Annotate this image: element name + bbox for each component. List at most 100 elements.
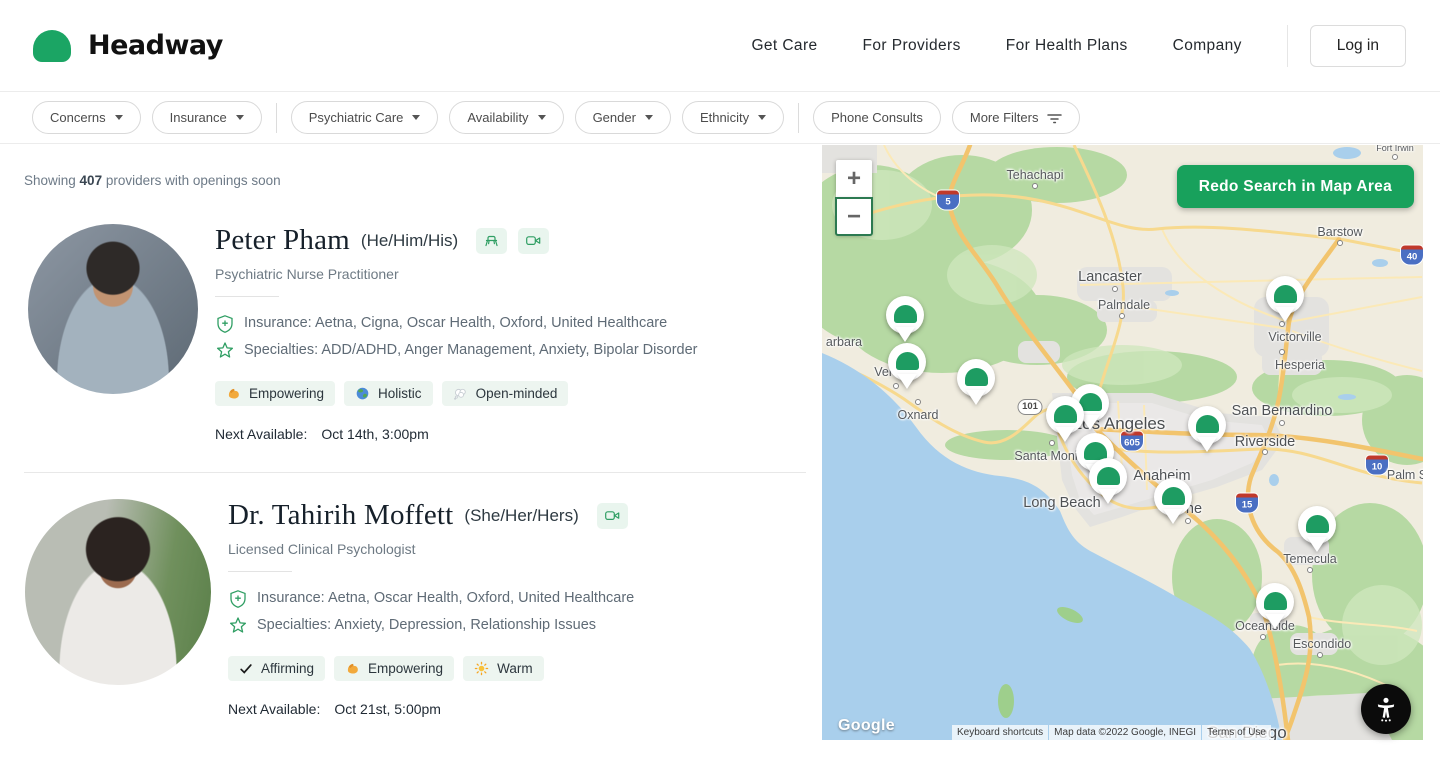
headway-logo[interactable]: Headway xyxy=(33,30,223,62)
map-panel[interactable]: Fort IrwinTehachapiBarstowLancasterPalmd… xyxy=(822,145,1423,740)
filter-psychiatric-care[interactable]: Psychiatric Care xyxy=(291,101,439,134)
provider-photo xyxy=(25,499,211,685)
trait-label: Empowering xyxy=(368,661,443,676)
pin-tail xyxy=(1307,537,1327,552)
map-provider-pin[interactable] xyxy=(1154,478,1192,530)
specialties-row: Specialties: Anxiety, Depression, Relati… xyxy=(228,612,634,639)
map-city-label: San Bernardino xyxy=(1232,403,1333,419)
headway-pin-logo-icon xyxy=(1274,285,1297,303)
sun-icon xyxy=(474,661,489,676)
map-city-label: Palmdale xyxy=(1098,298,1150,312)
specialties-label: Specialties: xyxy=(244,342,318,358)
filter-more-filters[interactable]: More Filters xyxy=(952,101,1081,134)
map-provider-pin[interactable] xyxy=(1188,406,1226,458)
map-data-text: Map data ©2022 Google, INEGI xyxy=(1049,725,1201,740)
trait-badge: Open-minded xyxy=(442,381,569,406)
chevron-down-icon xyxy=(758,115,766,120)
nav-for-providers[interactable]: For Providers xyxy=(863,37,961,55)
filter-label: Availability xyxy=(467,110,528,125)
map-provider-pin[interactable] xyxy=(886,296,924,348)
pin-tail xyxy=(966,390,986,405)
map-provider-pin[interactable] xyxy=(888,343,926,395)
nav-get-care[interactable]: Get Care xyxy=(751,37,817,55)
login-button[interactable]: Log in xyxy=(1310,25,1406,67)
trait-label: Empowering xyxy=(249,386,324,401)
map-provider-pin[interactable] xyxy=(1256,583,1294,635)
filter-label: More Filters xyxy=(970,110,1039,125)
map-provider-pin[interactable] xyxy=(1298,506,1336,558)
filter-label: Concerns xyxy=(50,110,106,125)
trait-label: Affirming xyxy=(261,661,314,676)
map-provider-pin[interactable] xyxy=(957,359,995,411)
chevron-down-icon xyxy=(236,115,244,120)
video-icon xyxy=(518,228,549,254)
specialties-row: Specialties: ADD/ADHD, Anger Management,… xyxy=(215,337,697,364)
interstate-shield-icon: 40 xyxy=(1401,246,1423,265)
pin-tail xyxy=(1197,437,1217,452)
video-icon xyxy=(597,503,628,529)
nav-divider xyxy=(1287,25,1288,67)
nav-for-health-plans[interactable]: For Health Plans xyxy=(1006,37,1128,55)
pin-tail xyxy=(1275,307,1295,322)
filter-gender[interactable]: Gender xyxy=(575,101,671,134)
redo-search-button[interactable]: Redo Search in Map Area xyxy=(1177,165,1414,208)
pin-tail xyxy=(1098,489,1118,504)
filter-label: Phone Consults xyxy=(831,110,923,125)
provider-card[interactable]: Dr. Tahirih Moffett (She/Her/Hers) Licen… xyxy=(24,499,822,717)
trait-badge: Empowering xyxy=(334,656,454,681)
headway-pin-logo-icon xyxy=(1264,592,1287,610)
summary-suffix: providers with openings soon xyxy=(102,173,281,188)
interstate-shield-icon: 605 xyxy=(1121,432,1143,451)
map-city-label: Fort Irwin xyxy=(1376,145,1414,153)
filter-ethnicity[interactable]: Ethnicity xyxy=(682,101,784,134)
provider-name: Dr. Tahirih Moffett xyxy=(228,499,453,532)
top-navbar: Headway Get Care For Providers For Healt… xyxy=(0,0,1440,92)
accessibility-person-icon xyxy=(1372,695,1400,723)
headway-pin-logo-icon xyxy=(1084,442,1107,460)
filter-label: Insurance xyxy=(170,110,227,125)
thought-bubble-icon xyxy=(453,386,468,401)
pin-tail xyxy=(1163,509,1183,524)
interstate-shield-icon: 15 xyxy=(1236,494,1258,513)
map-provider-pin[interactable] xyxy=(1089,458,1127,510)
in-person-icon xyxy=(476,228,507,254)
filter-concerns[interactable]: Concerns xyxy=(32,101,141,134)
trait-badge: Empowering xyxy=(215,381,335,406)
filter-phone-consults[interactable]: Phone Consults xyxy=(813,101,941,134)
keyboard-shortcuts-link[interactable]: Keyboard shortcuts xyxy=(952,725,1048,740)
filter-lines-icon xyxy=(1047,111,1062,125)
map-city-label: arbara xyxy=(826,335,862,349)
provider-pronouns: (She/Her/Hers) xyxy=(464,506,578,526)
map-city-dot xyxy=(1337,240,1343,246)
accessibility-widget-button[interactable] xyxy=(1361,684,1411,734)
map-city-dot xyxy=(1119,313,1125,319)
specialties-label: Specialties: xyxy=(257,617,331,633)
insurance-row: Insurance: Aetna, Oscar Health, Oxford, … xyxy=(228,585,634,612)
map-zoom-in-button[interactable]: + xyxy=(836,160,872,197)
provider-name: Peter Pham xyxy=(215,224,350,257)
session-badges xyxy=(476,228,549,254)
map-provider-pin[interactable] xyxy=(1266,276,1304,328)
filter-insurance[interactable]: Insurance xyxy=(152,101,262,134)
map-city-label: Oxnard xyxy=(898,408,939,422)
map-city-dot xyxy=(1317,652,1323,658)
headway-logo-icon xyxy=(33,30,71,62)
next-available-label: Next Available: xyxy=(215,426,307,442)
filter-label: Ethnicity xyxy=(700,110,749,125)
title-divider xyxy=(228,571,292,572)
provider-card[interactable]: Peter Pham (He/Him/His) Psychiatric Nurs… xyxy=(24,224,822,442)
provider-pronouns: (He/Him/His) xyxy=(361,231,458,251)
filter-divider xyxy=(276,103,277,133)
card-separator xyxy=(24,472,806,473)
trait-badges: EmpoweringHolisticOpen-minded xyxy=(215,381,697,406)
next-available: Next Available: Oct 14th, 3:00pm xyxy=(215,426,697,442)
filter-availability[interactable]: Availability xyxy=(449,101,563,134)
nav-company[interactable]: Company xyxy=(1173,37,1242,55)
next-available-label: Next Available: xyxy=(228,701,320,717)
title-divider xyxy=(215,296,279,297)
muscle-icon xyxy=(226,386,241,401)
next-available-value: Oct 14th, 3:00pm xyxy=(321,426,428,442)
trait-badge: Affirming xyxy=(228,656,325,681)
terms-of-use-link[interactable]: Terms of Use xyxy=(1202,725,1271,740)
map-zoom-out-button[interactable]: − xyxy=(836,198,872,235)
